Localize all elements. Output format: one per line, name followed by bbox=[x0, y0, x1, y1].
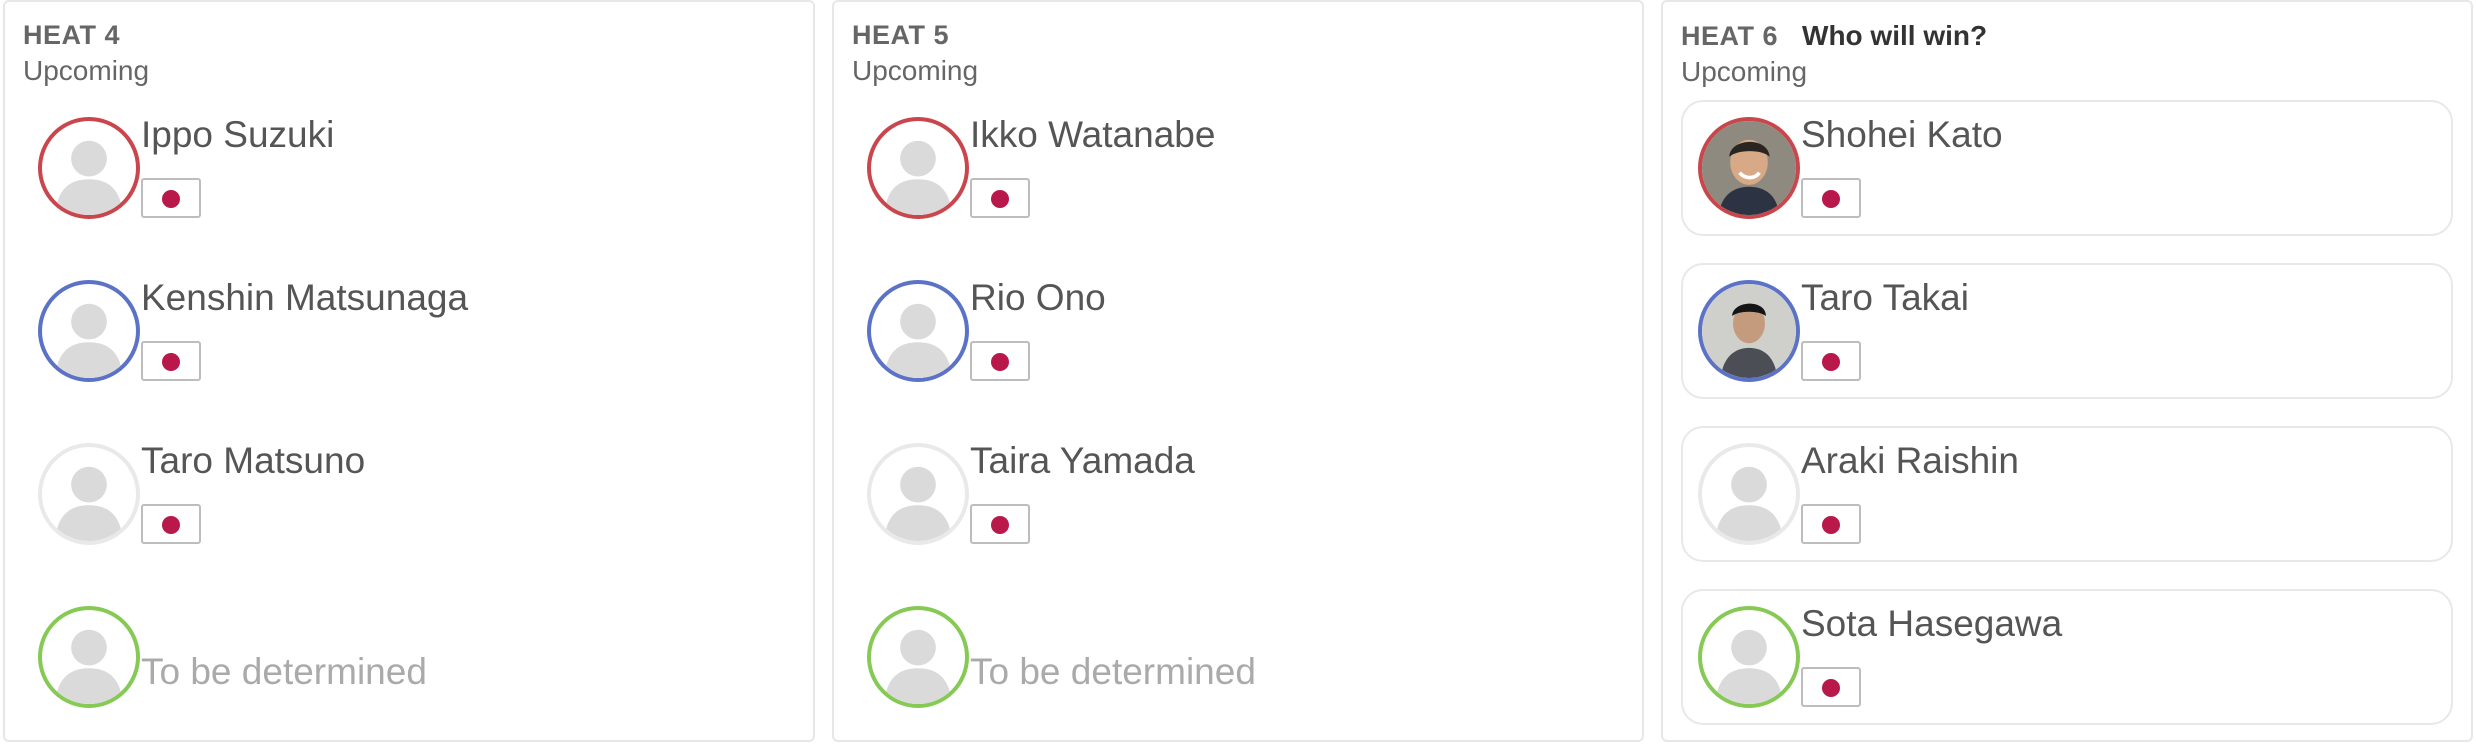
athlete-name: Ippo Suzuki bbox=[141, 114, 335, 155]
athlete-name: Rio Ono bbox=[970, 277, 1106, 318]
athlete-pick-card[interactable]: Taro Takai bbox=[1681, 263, 2453, 399]
user-silhouette-icon bbox=[884, 466, 952, 541]
athlete-name: Taira Yamada bbox=[970, 440, 1195, 481]
japan-flag-icon bbox=[141, 178, 201, 218]
avatar bbox=[867, 443, 969, 545]
athlete-name: Taro Takai bbox=[1801, 277, 1969, 318]
avatar bbox=[867, 606, 969, 708]
heats-board: HEAT 4 Upcoming Ippo Suzuki Kenshin Mats… bbox=[0, 0, 2476, 748]
japan-flag-icon bbox=[141, 341, 201, 381]
avatar bbox=[867, 117, 969, 219]
athlete-pick-card[interactable]: Shohei Kato bbox=[1681, 100, 2453, 236]
user-silhouette-icon bbox=[1715, 466, 1783, 541]
heat-status: Upcoming bbox=[1681, 56, 1808, 87]
heat-status: Upcoming bbox=[23, 55, 150, 86]
athlete-name: Sota Hasegawa bbox=[1801, 603, 2063, 644]
athlete-name: Ikko Watanabe bbox=[970, 114, 1216, 155]
user-silhouette-icon bbox=[55, 466, 123, 541]
avatar bbox=[1698, 606, 1800, 708]
heat-header: HEAT 5 Upcoming bbox=[852, 20, 978, 87]
japan-flag-icon bbox=[970, 341, 1030, 381]
athlete-photo bbox=[1698, 280, 1800, 382]
japan-flag-icon bbox=[141, 504, 201, 544]
user-silhouette-icon bbox=[55, 140, 123, 215]
athlete-photo bbox=[1698, 117, 1800, 219]
athlete-card: To be determined bbox=[23, 591, 795, 727]
avatar bbox=[1698, 443, 1800, 545]
athlete-photo-icon bbox=[1702, 284, 1796, 378]
user-silhouette-icon bbox=[55, 303, 123, 378]
user-silhouette-icon bbox=[884, 303, 952, 378]
athlete-card[interactable]: Taira Yamada bbox=[852, 428, 1624, 564]
japan-flag-icon bbox=[970, 504, 1030, 544]
heat-panel-4: HEAT 4 Upcoming Ippo Suzuki Kenshin Mats… bbox=[3, 0, 815, 742]
athlete-photo-icon bbox=[1702, 121, 1796, 215]
athlete-card[interactable]: Rio Ono bbox=[852, 265, 1624, 401]
athlete-name: Araki Raishin bbox=[1801, 440, 2019, 481]
athlete-card[interactable]: Ippo Suzuki bbox=[23, 102, 795, 238]
athlete-card[interactable]: Taro Matsuno bbox=[23, 428, 795, 564]
user-silhouette-icon bbox=[884, 140, 952, 215]
avatar bbox=[867, 280, 969, 382]
japan-flag-icon bbox=[1801, 667, 1861, 707]
athlete-pick-card[interactable]: Sota Hasegawa bbox=[1681, 589, 2453, 725]
japan-flag-icon bbox=[970, 178, 1030, 218]
athlete-name: Kenshin Matsunaga bbox=[141, 277, 469, 318]
user-silhouette-icon bbox=[55, 629, 123, 704]
heat-label: HEAT 6 bbox=[1681, 21, 1779, 51]
heat-header: HEAT 6 Who will win? Upcoming bbox=[1681, 20, 1987, 88]
athlete-name: Shohei Kato bbox=[1801, 114, 2003, 155]
user-silhouette-icon bbox=[884, 629, 952, 704]
athlete-name: Taro Matsuno bbox=[141, 440, 366, 481]
heat-header: HEAT 4 Upcoming bbox=[23, 20, 149, 87]
heat-label: HEAT 5 bbox=[852, 20, 950, 50]
athlete-name: To be determined bbox=[141, 651, 427, 692]
heat-label: HEAT 4 bbox=[23, 20, 121, 50]
prediction-prompt: Who will win? bbox=[1802, 20, 1988, 51]
japan-flag-icon bbox=[1801, 504, 1861, 544]
athlete-name: To be determined bbox=[970, 651, 1256, 692]
athlete-card[interactable]: Ikko Watanabe bbox=[852, 102, 1624, 238]
avatar bbox=[38, 280, 140, 382]
avatar bbox=[38, 443, 140, 545]
heat-status: Upcoming bbox=[852, 55, 979, 86]
avatar bbox=[38, 117, 140, 219]
avatar bbox=[38, 606, 140, 708]
japan-flag-icon bbox=[1801, 178, 1861, 218]
athlete-pick-card[interactable]: Araki Raishin bbox=[1681, 426, 2453, 562]
user-silhouette-icon bbox=[1715, 629, 1783, 704]
athlete-card: To be determined bbox=[852, 591, 1624, 727]
athlete-card[interactable]: Kenshin Matsunaga bbox=[23, 265, 795, 401]
japan-flag-icon bbox=[1801, 341, 1861, 381]
heat-panel-6: HEAT 6 Who will win? Upcoming Shohei Kat… bbox=[1661, 0, 2473, 742]
heat-panel-5: HEAT 5 Upcoming Ikko Watanabe Rio Ono Ta… bbox=[832, 0, 1644, 742]
